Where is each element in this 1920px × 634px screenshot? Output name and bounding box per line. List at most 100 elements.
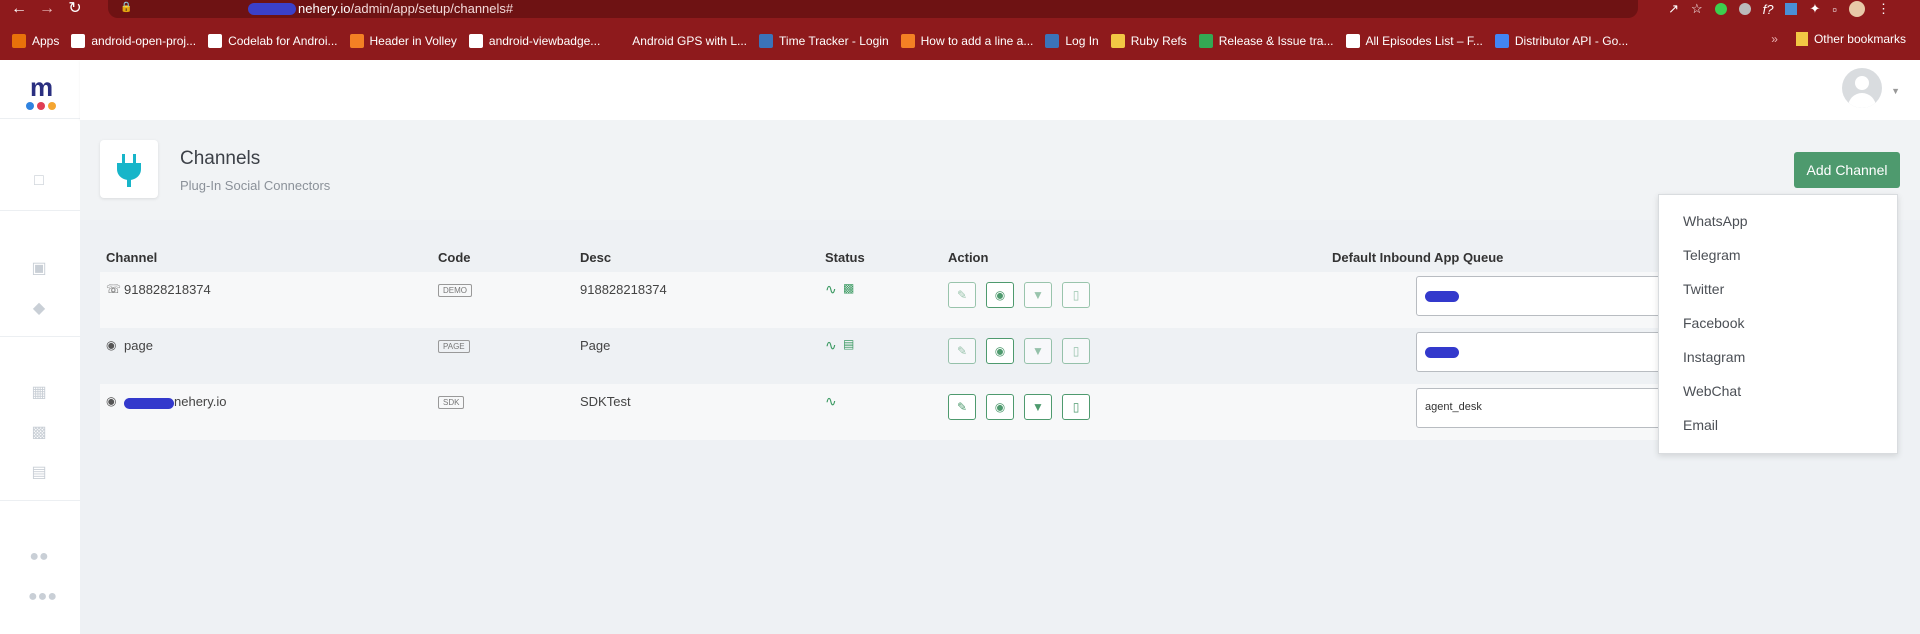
puzzle-icon[interactable]: ✦ — [1809, 1, 1820, 17]
app-logo[interactable]: m — [24, 72, 64, 114]
edit-button[interactable]: ✎ — [948, 282, 976, 308]
view-button[interactable]: ◉ — [986, 338, 1014, 364]
bookmark-item[interactable]: Log In — [1045, 34, 1099, 48]
menu-icon[interactable]: ⋮ — [1877, 1, 1890, 17]
bookmark-label: How to add a line a... — [920, 34, 1034, 48]
url-domain: nehery.io — [298, 1, 351, 16]
bookmark-icon — [1045, 34, 1060, 48]
back-icon[interactable]: ← — [8, 0, 30, 18]
group-icon[interactable]: ●●● — [28, 588, 57, 608]
plug-button[interactable]: ▼ — [1024, 338, 1052, 364]
bookmark-item[interactable]: android-viewbadge... — [468, 34, 601, 48]
bookmark-icon — [1110, 34, 1125, 48]
bookmark-icon — [900, 34, 915, 48]
contact-card-icon[interactable]: ▦ — [28, 382, 50, 402]
chart-icon[interactable]: □ — [28, 172, 50, 192]
bookmark-label: Release & Issue tra... — [1218, 34, 1334, 48]
extension-blue-icon[interactable] — [1785, 3, 1798, 15]
delete-button[interactable]: ▯ — [1062, 394, 1090, 420]
url-bar[interactable]: 🔒 nehery.io/admin/app/setup/channels# — [108, 0, 1638, 18]
bookmark-item[interactable]: Time Tracker - Login — [759, 34, 889, 48]
column-header-code: Code — [438, 250, 471, 265]
bookmark-label: android-viewbadge... — [488, 34, 601, 48]
other-bookmarks[interactable]: » Other bookmarks — [1771, 32, 1906, 46]
plug-icon: ▼ — [1032, 400, 1044, 414]
logo-dot — [26, 102, 34, 110]
view-button[interactable]: ◉ — [986, 394, 1014, 420]
page-title: Channels — [180, 148, 261, 169]
forward-icon[interactable]: → — [36, 0, 58, 18]
add-channel-button[interactable]: Add Channel — [1794, 152, 1900, 188]
extension-gray-icon[interactable] — [1738, 3, 1751, 15]
extension-fx-icon[interactable]: f? — [1763, 2, 1774, 17]
bookmark-item[interactable]: Header in Volley — [349, 34, 457, 48]
plug-button[interactable]: ▼ — [1024, 394, 1052, 420]
tags-icon[interactable]: ◆ — [28, 298, 50, 318]
dropdown-item-whatsapp[interactable]: WhatsApp — [1683, 213, 1748, 229]
dropdown-item-instagram[interactable]: Instagram — [1683, 349, 1745, 365]
redacted-mark — [248, 3, 296, 15]
edit-button[interactable]: ✎ — [948, 338, 976, 364]
bookmark-icon — [1198, 34, 1213, 48]
star-icon[interactable]: ☆ — [1691, 1, 1703, 17]
logo-letter: m — [30, 72, 54, 102]
bookmark-item[interactable]: android-open-proj... — [71, 34, 196, 48]
reload-icon[interactable]: ↻ — [64, 0, 86, 18]
chevron-down-icon[interactable]: ▼ — [1891, 86, 1900, 96]
sign-in-icon[interactable]: ▩ — [28, 422, 50, 442]
status-pulse-icon: ∿ — [825, 281, 837, 297]
dropdown-item-twitter[interactable]: Twitter — [1683, 281, 1724, 297]
dropdown-item-webchat[interactable]: WebChat — [1683, 383, 1741, 399]
eye-icon: ◉ — [994, 344, 1006, 358]
dropdown-item-facebook[interactable]: Facebook — [1683, 315, 1744, 331]
code-badge: DEMO — [438, 284, 472, 297]
bookmark-icon — [12, 34, 26, 48]
dropdown-item-email[interactable]: Email — [1683, 417, 1718, 433]
bookmark-label: Codelab for Androi... — [228, 34, 338, 48]
redacted-mark — [124, 398, 174, 409]
plug-icon — [100, 140, 158, 198]
bookmark-item[interactable]: Release & Issue tra... — [1198, 34, 1334, 48]
page-header: Channels Plug-In Social Connectors — [80, 120, 1920, 220]
column-header-status: Status — [825, 250, 865, 265]
url-text: nehery.io/admin/app/setup/channels# — [298, 1, 513, 16]
sidepanel-icon[interactable]: ▫ — [1832, 2, 1837, 17]
inbox-icon[interactable]: ▤ — [28, 462, 50, 482]
column-header-channel: Channel — [106, 250, 158, 265]
delete-button[interactable]: ▯ — [1062, 282, 1090, 308]
desktop-icon[interactable]: ▣ — [28, 258, 50, 278]
profile-icon[interactable] — [1849, 1, 1865, 17]
column-header-action: Action — [948, 250, 989, 265]
bookmark-item[interactable]: Codelab for Androi... — [208, 34, 338, 48]
bookmark-label: Distributor API - Go... — [1514, 34, 1629, 48]
bookmark-label: Header in Volley — [369, 34, 457, 48]
code-badge: PAGE — [438, 340, 470, 353]
users-icon[interactable]: ●● — [28, 548, 50, 568]
chrome-icon: ◉ — [106, 394, 117, 408]
status-pulse-icon: ∿ — [825, 393, 837, 409]
whatsapp-icon: ☏ — [106, 282, 122, 296]
extension-green-icon[interactable] — [1714, 3, 1727, 15]
bookmark-item[interactable]: All Episodes List – F... — [1345, 34, 1483, 48]
bookmark-label: All Episodes List – F... — [1365, 34, 1483, 48]
bookmark-item[interactable]: Android GPS with L... — [612, 34, 747, 48]
channel-desc: Page — [580, 338, 611, 353]
edit-button[interactable]: ✎ — [948, 394, 976, 420]
bookmark-item[interactable]: How to add a line a... — [900, 34, 1034, 48]
edit-icon: ✎ — [956, 344, 968, 358]
user-avatar[interactable] — [1842, 68, 1882, 108]
dropdown-item-telegram[interactable]: Telegram — [1683, 247, 1741, 263]
share-icon[interactable]: ↗ — [1668, 1, 1679, 17]
bookmark-icon — [468, 34, 483, 48]
channel-desc: SDKTest — [580, 394, 631, 409]
redacted-mark — [1425, 291, 1459, 302]
trash-icon: ▯ — [1072, 344, 1080, 358]
channel-name: 918828218374 — [124, 282, 211, 297]
view-button[interactable]: ◉ — [986, 282, 1014, 308]
plug-button[interactable]: ▼ — [1024, 282, 1052, 308]
bookmark-item[interactable]: Ruby Refs — [1110, 34, 1187, 48]
delete-button[interactable]: ▯ — [1062, 338, 1090, 364]
sidebar-divider — [0, 500, 80, 501]
bookmark-item[interactable]: Apps — [12, 34, 59, 48]
bookmark-item[interactable]: Distributor API - Go... — [1494, 34, 1629, 48]
